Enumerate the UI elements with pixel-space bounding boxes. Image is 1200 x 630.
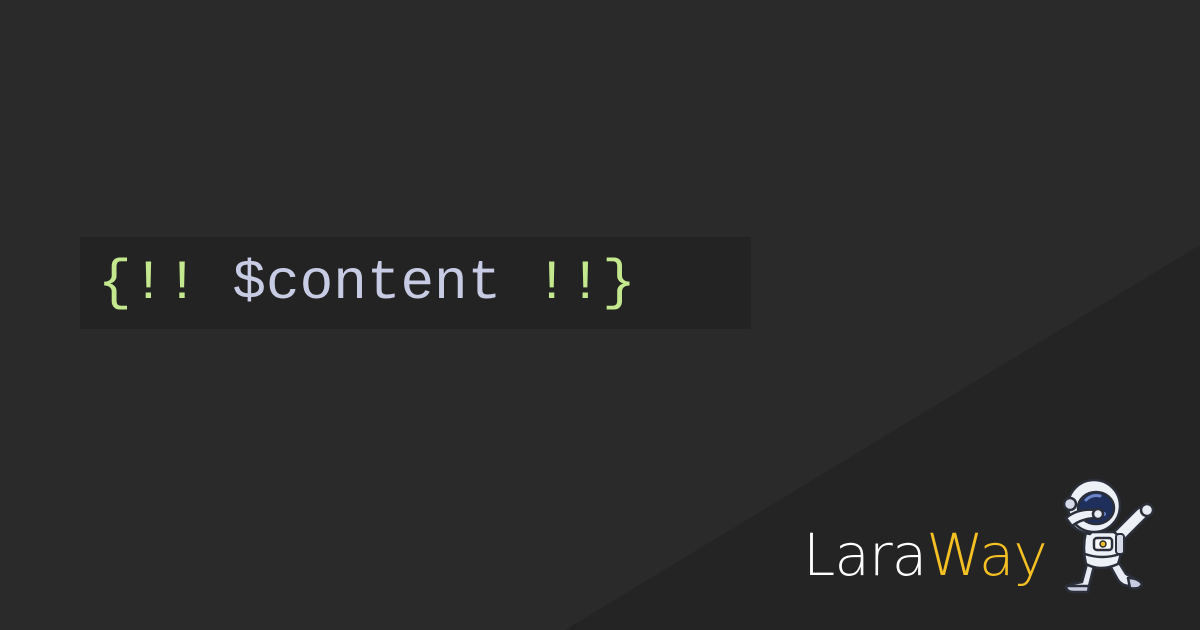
- og-image-canvas: {!! $content !!} LaraWay: [0, 0, 1200, 630]
- dabbing-astronaut-icon: [1062, 478, 1155, 594]
- code-variable-token: $content: [232, 251, 502, 315]
- brand-logo-text: LaraWay: [803, 526, 1048, 584]
- code-snippet-box: {!! $content !!}: [80, 237, 751, 329]
- brand-name-way: Way: [926, 521, 1048, 589]
- code-close-token: !!}: [501, 251, 636, 315]
- brand-name-lara: Lara: [803, 521, 927, 589]
- code-open-token: {!!: [98, 251, 233, 315]
- code-snippet: {!! $content !!}: [98, 255, 636, 311]
